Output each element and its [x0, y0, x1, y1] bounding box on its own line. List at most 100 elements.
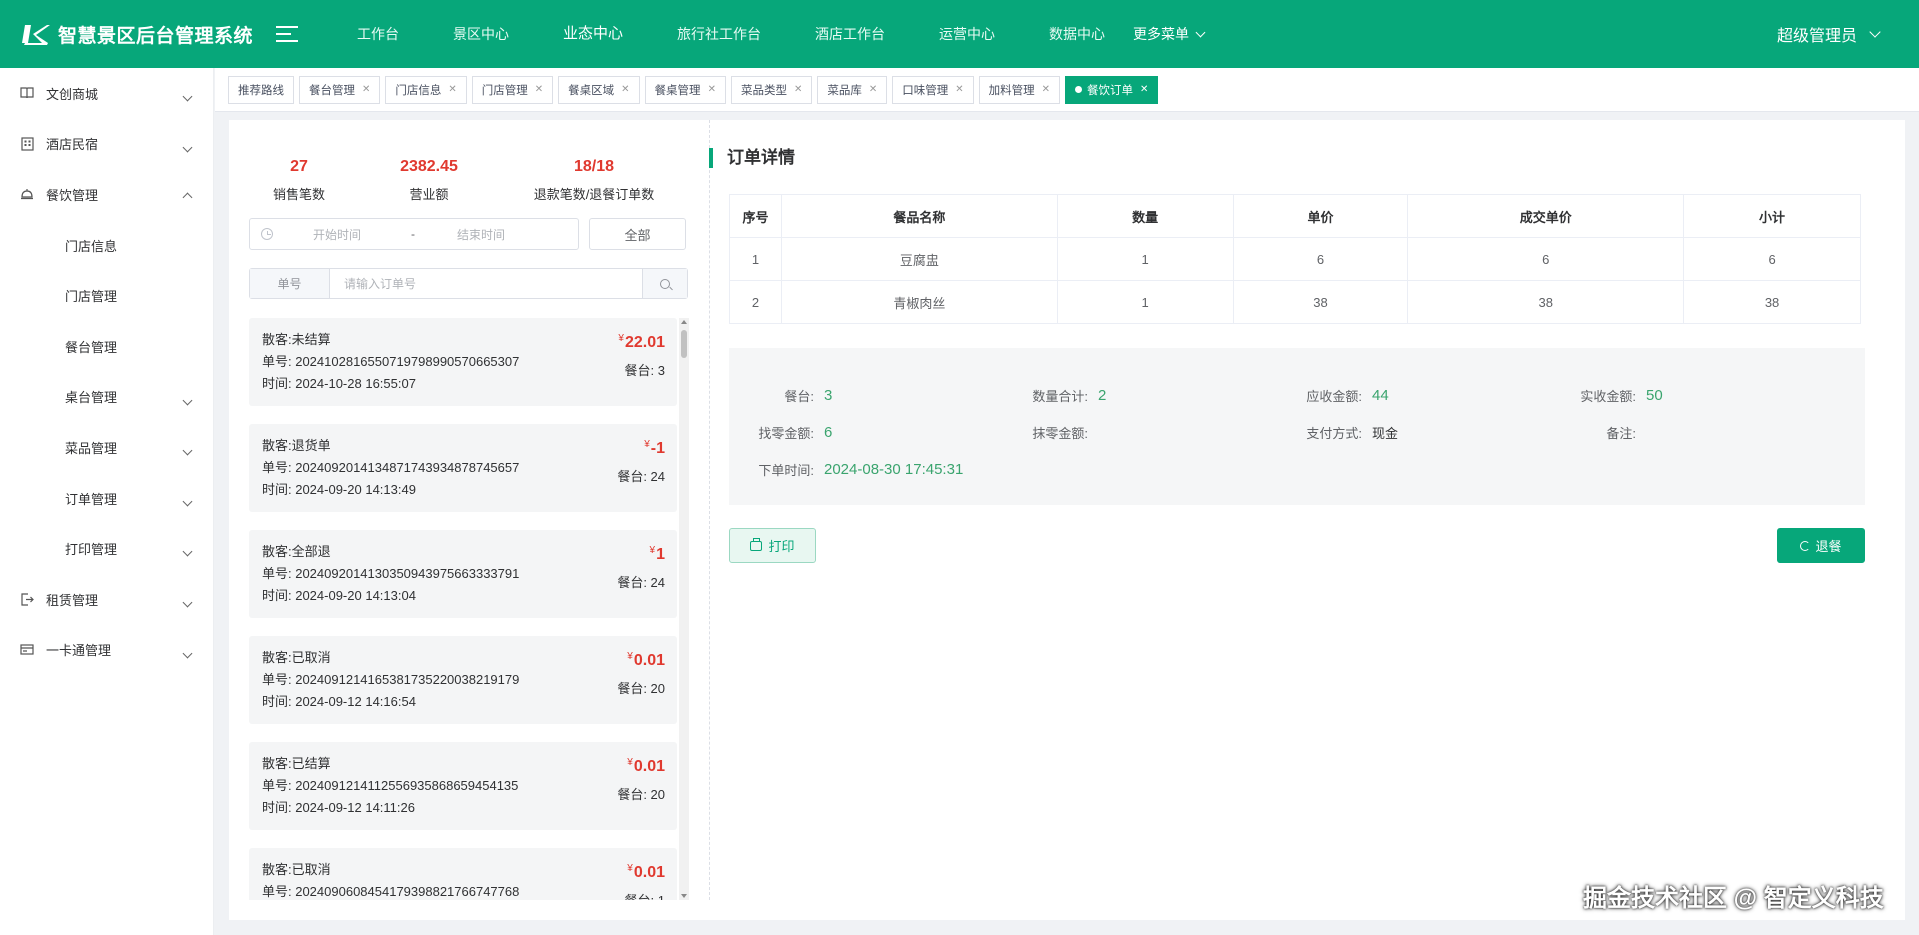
summary-order-time: 下单时间: 2024-08-30 17:45:31 — [729, 460, 963, 479]
currency-symbol: ¥ — [627, 651, 633, 662]
book-icon — [20, 86, 34, 100]
close-icon[interactable]: ✕ — [708, 84, 716, 95]
sidebar-item-shop[interactable]: 文创商城 — [0, 68, 213, 119]
clock-icon — [261, 228, 273, 240]
refund-button[interactable]: 退餐 — [1777, 528, 1865, 563]
close-icon[interactable]: ✕ — [794, 84, 802, 95]
scroll-down-icon[interactable] — [681, 894, 687, 898]
tab-dish-type[interactable]: 菜品类型 ✕ — [730, 75, 813, 104]
tab-dish-library[interactable]: 菜品库 ✕ — [817, 75, 888, 104]
sidebar-item-hotel[interactable]: 酒店民宿 — [0, 119, 213, 170]
chevron-down-icon — [182, 88, 193, 103]
chevron-down-icon — [182, 543, 193, 558]
close-icon[interactable]: ✕ — [535, 84, 543, 95]
summary-value: 6 — [824, 424, 833, 441]
date-range-picker[interactable]: 开始时间 - 结束时间 — [249, 218, 579, 250]
list-item[interactable]: 散客:已结算 单号: 20240912141125569358686594541… — [249, 742, 677, 830]
tab-recommended-route[interactable]: 推荐路线 — [228, 75, 294, 104]
table-cell: 1 — [1056, 237, 1234, 281]
order-amount-value: 0.01 — [633, 652, 665, 669]
order-list-scrollbar[interactable] — [679, 318, 689, 900]
scroll-up-icon[interactable] — [681, 320, 687, 324]
tab-flavor[interactable]: 口味管理 ✕ — [892, 75, 974, 104]
sidebar-item-catering[interactable]: 餐饮管理 — [0, 169, 213, 220]
stat-value: 2382.45 — [400, 158, 458, 175]
active-dot-icon — [1075, 86, 1083, 93]
close-icon[interactable]: ✕ — [1140, 84, 1148, 95]
order-customer: 散客:全部退 — [262, 544, 331, 559]
user-menu[interactable]: 超级管理员 — [1776, 0, 1881, 68]
order-number-input[interactable] — [330, 269, 642, 298]
summary-paid: 实收金额: 50 — [1551, 386, 1662, 405]
tab-topping[interactable]: 加料管理 ✕ — [978, 75, 1061, 104]
logo-icon — [22, 25, 50, 45]
order-detail-table: 序号 餐品名称 数量 单价 成交单价 小计 1 豆腐盅 1 6 6 6 2 青椒… — [729, 194, 1861, 324]
sidebar-sub-order-manage[interactable]: 订单管理 — [0, 473, 213, 524]
sidebar-item-card[interactable]: 一卡通管理 — [0, 625, 213, 676]
search-prefix-label: 单号 — [250, 269, 330, 298]
currency-symbol: ¥ — [649, 545, 656, 556]
col-header: 小计 — [1683, 194, 1861, 238]
tab-label: 餐台管理 — [309, 84, 355, 97]
start-date-input[interactable]: 开始时间 — [313, 226, 373, 243]
all-button[interactable]: 全部 — [589, 218, 686, 250]
list-item[interactable]: 散客:已取消 单号: 20240906084541793988217667477… — [249, 848, 677, 900]
tab-catering-order[interactable]: 餐饮订单 ✕ — [1065, 75, 1159, 104]
nav-workbench[interactable]: 工作台 — [330, 0, 426, 68]
print-button[interactable]: 打印 — [729, 528, 816, 563]
list-item[interactable]: 散客:退货单 单号: 20240920141348717439348787456… — [249, 424, 677, 512]
close-icon[interactable]: ✕ — [362, 84, 370, 95]
end-date-input[interactable]: 结束时间 — [457, 226, 505, 243]
tabs-bar: 推荐路线 餐台管理 ✕ 门店信息 ✕ 门店管理 ✕ 餐桌区域 ✕ 餐桌管理 ✕ 菜品类型 ✕… — [215, 68, 1919, 112]
order-list-panel: 27 销售笔数 2382.45 营业额 18/18 退款笔数/退餐订单数 开始时… — [229, 120, 709, 920]
summary-label: 支付方式: — [1306, 426, 1362, 441]
user-name: 超级管理员 — [1776, 28, 1857, 45]
chevron-down-icon — [182, 392, 193, 407]
sidebar-sub-dish-manage[interactable]: 菜品管理 — [0, 422, 213, 473]
col-header: 单价 — [1232, 194, 1409, 238]
refund-button-label: 退餐 — [1815, 539, 1842, 554]
chevron-down-icon — [182, 645, 193, 660]
tab-table-manage[interactable]: 餐桌管理 ✕ — [644, 75, 726, 104]
summary-value: 2024-08-30 17:45:31 — [824, 461, 964, 478]
tab-table-area[interactable]: 餐桌区域 ✕ — [558, 75, 640, 104]
sidebar-sub-store-info[interactable]: 门店信息 — [0, 220, 213, 271]
exit-icon — [20, 592, 34, 606]
close-icon[interactable]: ✕ — [955, 84, 963, 95]
sidebar-item-rental[interactable]: 租赁管理 — [0, 574, 213, 625]
stat-label: 销售笔数 — [272, 187, 325, 202]
sidebar-sub-store-manage[interactable]: 门店管理 — [0, 270, 213, 321]
tab-label: 餐桌区域 — [568, 84, 615, 97]
close-icon[interactable]: ✕ — [448, 84, 456, 95]
close-icon[interactable]: ✕ — [1042, 84, 1050, 95]
menu-collapse-icon[interactable] — [276, 24, 298, 44]
close-icon[interactable]: ✕ — [621, 84, 629, 95]
sidebar-sub-print-manage[interactable]: 打印管理 — [0, 523, 213, 574]
nav-operations[interactable]: 运营中心 — [912, 0, 1022, 68]
scroll-thumb[interactable] — [681, 330, 687, 358]
tab-dining-table[interactable]: 餐台管理 ✕ — [299, 75, 381, 104]
search-icon — [660, 278, 670, 289]
close-icon[interactable]: ✕ — [869, 84, 877, 95]
order-time: 时间: 2024-09-12 14:16:54 — [262, 694, 416, 709]
order-list[interactable]: 散客:未结算 单号: 20241028165507197989905706653… — [249, 318, 679, 900]
tab-store-info[interactable]: 门店信息 ✕ — [385, 75, 467, 104]
chevron-down-icon — [182, 493, 193, 508]
tab-store-manage[interactable]: 门店管理 ✕ — [471, 75, 554, 104]
nav-travel-agency[interactable]: 旅行社工作台 — [650, 0, 788, 68]
nav-scenic-center[interactable]: 景区中心 — [426, 0, 536, 68]
list-item[interactable]: 散客:全部退 单号: 20240920141303509439756633337… — [249, 530, 677, 618]
nav-data-center[interactable]: 数据中心 — [1022, 0, 1119, 68]
stat-label: 营业额 — [409, 187, 449, 202]
order-number: 单号: 20240912141653817352200382191​79 — [262, 672, 520, 687]
summary-value: 44 — [1372, 387, 1389, 404]
nav-business-center[interactable]: 业态中心 — [536, 0, 650, 68]
order-amount: ¥1 — [650, 540, 665, 566]
list-item[interactable]: 散客:未结算 单号: 20241028165507197989905706653… — [249, 318, 677, 406]
list-item[interactable]: 散客:已取消 单号: 20240912141653817352200382191… — [249, 636, 677, 724]
sidebar-sub-table-manage[interactable]: 桌台管理 — [0, 372, 213, 423]
nav-hotel[interactable]: 酒店工作台 — [788, 0, 912, 68]
search-button[interactable] — [642, 269, 687, 298]
sidebar-sub-dining-table[interactable]: 餐台管理 — [0, 321, 213, 372]
nav-more-menu[interactable]: 更多菜单 — [1119, 24, 1206, 44]
